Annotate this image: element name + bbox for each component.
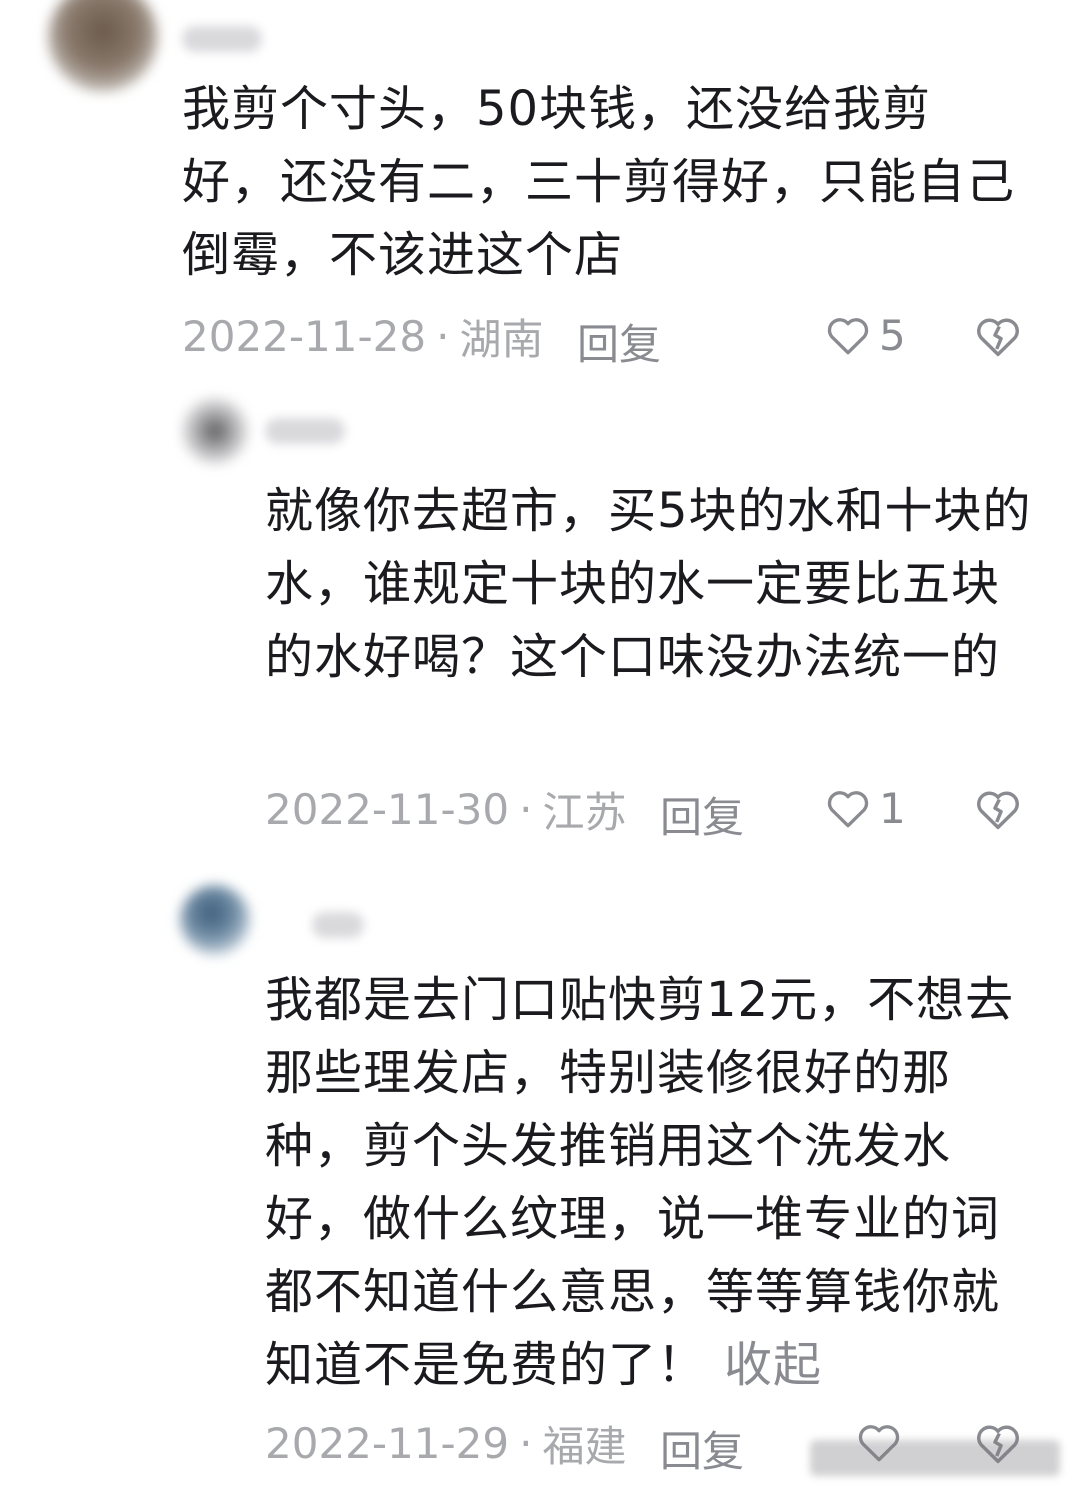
collapse-button[interactable]: 收起 bbox=[724, 1337, 822, 1393]
comment-2: 就像你去超市，买5块的水和十块的水，谁规定十块的水一定要比五块的水好喝？这个口味… bbox=[0, 370, 1080, 850]
dislike-button[interactable] bbox=[972, 310, 1024, 362]
comment-3: 我都是去门口贴快剪12元，不想去那些理发店，特别装修很好的那种，剪个头发推销用这… bbox=[0, 860, 1080, 1494]
avatar[interactable] bbox=[182, 398, 248, 464]
comment-region: 江苏 bbox=[542, 787, 627, 837]
comment-region: 湖南 bbox=[459, 314, 544, 364]
comment-text: 就像你去超市，买5块的水和十块的水，谁规定十块的水一定要比五块的水好喝？这个口味… bbox=[265, 483, 1032, 685]
username[interactable] bbox=[312, 912, 364, 938]
username[interactable] bbox=[182, 26, 262, 52]
reply-button[interactable]: 回复 bbox=[660, 784, 744, 845]
broken-heart-icon bbox=[972, 783, 1024, 835]
comment-text: 我剪个寸头，50块钱，还没给我剪好，还没有二，三十剪得好，只能自己倒霉，不该进这… bbox=[182, 81, 1016, 283]
comment-1: 我剪个寸头，50块钱，还没给我剪好，还没有二，三十剪得好，只能自己倒霉，不该进这… bbox=[0, 0, 1080, 370]
comment-text: 我都是去门口贴快剪12元，不想去那些理发店，特别装修很好的那种，剪个头发推销用这… bbox=[265, 964, 1040, 1402]
avatar[interactable] bbox=[180, 885, 250, 955]
broken-heart-icon bbox=[972, 310, 1024, 362]
comment-date: 2022-11-29 bbox=[265, 1418, 510, 1468]
meta-separator: · bbox=[519, 1418, 533, 1468]
watermark bbox=[810, 1440, 1060, 1476]
reply-button[interactable]: 回复 bbox=[577, 311, 661, 372]
heart-outline-icon bbox=[823, 783, 873, 833]
reply-button[interactable]: 回复 bbox=[660, 1418, 744, 1479]
heart-outline-icon bbox=[823, 310, 873, 360]
meta-separator: · bbox=[436, 311, 450, 361]
comment-region: 福建 bbox=[542, 1421, 627, 1471]
like-count: 1 bbox=[879, 783, 906, 833]
comment-date: 2022-11-30 bbox=[265, 784, 510, 834]
like-count: 5 bbox=[879, 310, 906, 360]
meta-separator: · bbox=[519, 784, 533, 834]
like-button[interactable]: 1 bbox=[823, 783, 906, 833]
comment-meta: 2022-11-30 · 江苏 bbox=[265, 784, 626, 837]
username[interactable] bbox=[265, 418, 345, 444]
dislike-button[interactable] bbox=[972, 783, 1024, 835]
comment-text-body: 我都是去门口贴快剪12元，不想去那些理发店，特别装修很好的那种，剪个头发推销用这… bbox=[265, 972, 1015, 1393]
avatar[interactable] bbox=[48, 0, 158, 92]
comment-meta: 2022-11-29 · 福建 bbox=[265, 1418, 626, 1471]
comment-date: 2022-11-28 bbox=[182, 311, 427, 361]
like-button[interactable]: 5 bbox=[823, 310, 906, 360]
comment-meta: 2022-11-28 · 湖南 bbox=[182, 311, 543, 364]
